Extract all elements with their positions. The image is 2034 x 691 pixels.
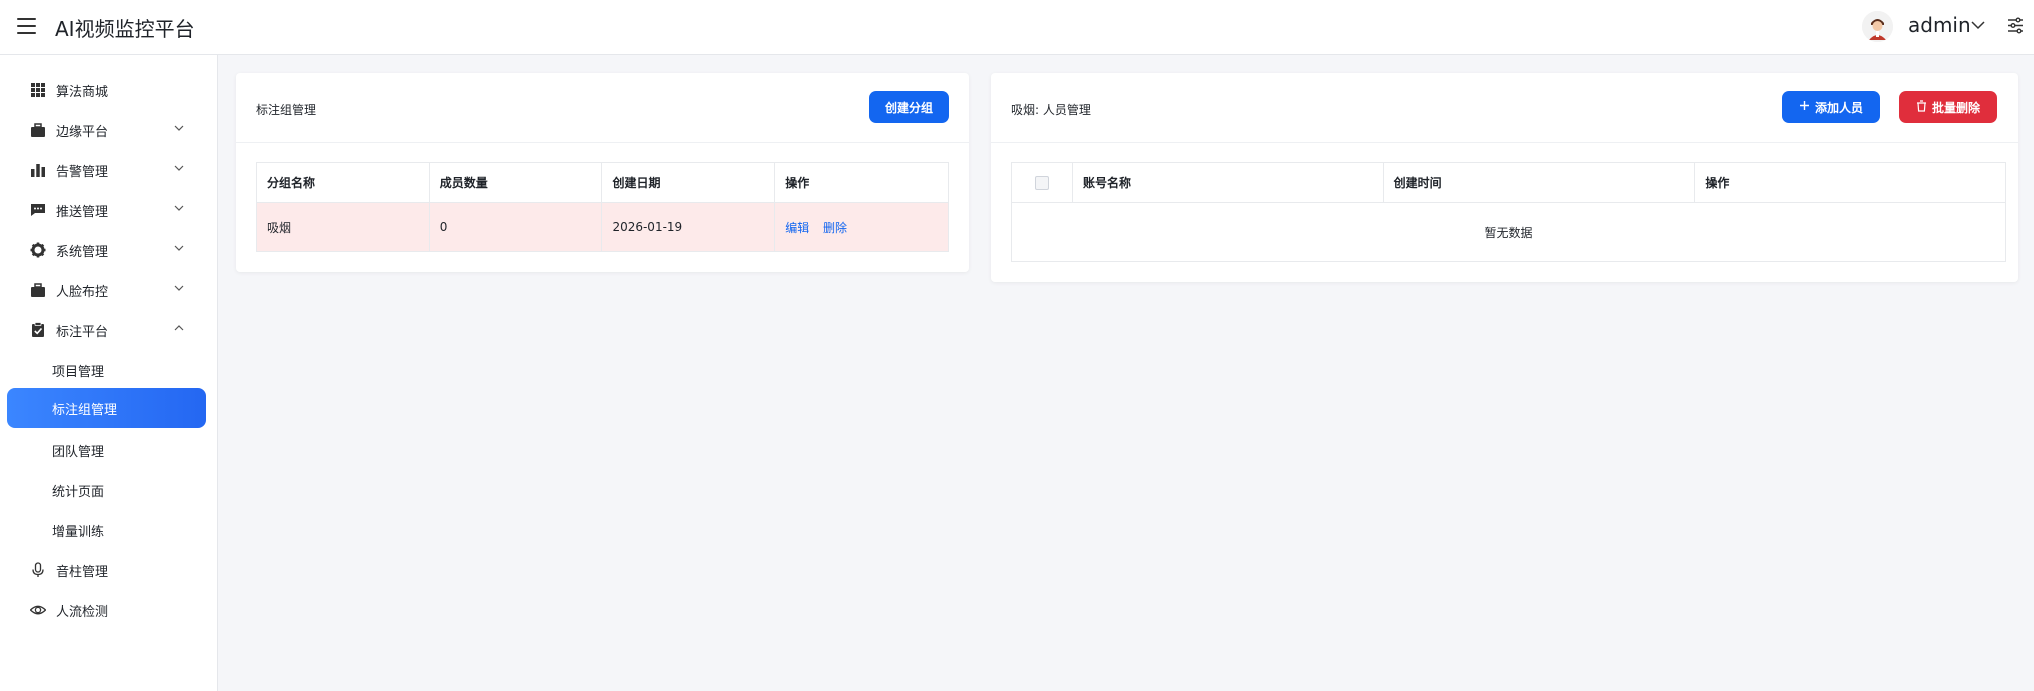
member-count-cell: 0 <box>428 202 603 252</box>
chevron-up-icon <box>173 322 185 332</box>
chevron-down-icon <box>173 242 185 252</box>
add-member-button[interactable]: 添加人员 <box>1782 91 1880 123</box>
member-table: 账号名称 创建时间 操作 暂无数据 <box>1011 162 2006 262</box>
sidebar-item-label: 音柱管理 <box>56 565 109 580</box>
sidebar-item-label: 人脸布控 <box>56 285 109 300</box>
member-management-panel: 吸烟: 人员管理 添加人员 批量删除 账号名称 创建时间 操作 暂无数据 <box>991 73 2018 282</box>
gear-icon <box>30 242 46 258</box>
select-all-checkbox[interactable] <box>1034 175 1049 190</box>
column-header: 操作 <box>774 162 949 203</box>
sidebar-item-label: 推送管理 <box>56 205 109 220</box>
top-header: AI视频监控平台 admin <box>0 0 2034 55</box>
sidebar-subitem-annotation-group-management[interactable]: 标注组管理 <box>7 388 206 428</box>
microphone-icon <box>30 562 46 578</box>
chevron-down-icon <box>173 282 185 292</box>
sidebar-subitem-statistics-page[interactable]: 统计页面 <box>7 470 206 510</box>
table-header-row: 账号名称 创建时间 操作 <box>1011 162 2006 203</box>
sidebar-item-label: 项目管理 <box>52 365 105 380</box>
message-icon <box>30 202 46 218</box>
column-header: 分组名称 <box>256 162 430 203</box>
batch-delete-label: 批量删除 <box>1931 100 1980 115</box>
clipboard-check-icon <box>30 322 46 338</box>
delete-link[interactable]: 删除 <box>823 221 847 235</box>
avatar[interactable] <box>1862 11 1893 42</box>
sidebar-item-label: 统计页面 <box>52 485 105 500</box>
batch-delete-button[interactable]: 批量删除 <box>1899 91 1997 123</box>
settings-menu-icon[interactable] <box>2007 17 2024 34</box>
sidebar-item-label: 系统管理 <box>56 245 109 260</box>
panel-title: 吸烟: 人员管理 <box>1011 103 1091 117</box>
table-header-row: 分组名称 成员数量 创建日期 操作 <box>256 162 949 203</box>
column-header: 账号名称 <box>1071 162 1384 203</box>
sidebar-item-face-control[interactable]: 人脸布控 <box>0 270 218 310</box>
sidebar-subitem-project-management[interactable]: 项目管理 <box>7 350 206 390</box>
sidebar-item-label: 增量训练 <box>52 525 105 540</box>
sidebar-item-label: 标注平台 <box>56 325 109 340</box>
create-group-label: 创建分组 <box>884 100 933 115</box>
sidebar-item-crowd-detection[interactable]: 人流检测 <box>0 590 218 630</box>
annotation-group-panel: 标注组管理 创建分组 分组名称 成员数量 创建日期 操作 吸烟 0 2026-0… <box>236 73 969 272</box>
sidebar-item-alarm-management[interactable]: 告警管理 <box>0 150 218 190</box>
column-header: 操作 <box>1694 162 2006 203</box>
empty-state-text: 暂无数据 <box>1011 202 2006 262</box>
plus-icon <box>1799 100 1810 114</box>
chevron-down-icon <box>173 122 185 132</box>
sidebar-item-label: 标注组管理 <box>52 403 118 418</box>
panel-header: 吸烟: 人员管理 添加人员 批量删除 <box>991 73 2018 143</box>
sidebar-subitem-team-management[interactable]: 团队管理 <box>7 430 206 470</box>
sidebar-item-label: 算法商城 <box>56 85 109 100</box>
panel-title: 标注组管理 <box>256 103 317 117</box>
empty-row: 暂无数据 <box>1011 202 2006 262</box>
sidebar-item-algorithm-store[interactable]: 算法商城 <box>0 70 218 110</box>
actions-cell: 编辑 删除 <box>774 202 949 252</box>
briefcase-icon <box>30 282 46 298</box>
user-name[interactable]: admin <box>1908 13 1971 37</box>
table-row[interactable]: 吸烟 0 2026-01-19 编辑 删除 <box>256 202 949 252</box>
chevron-down-icon <box>173 202 185 212</box>
created-date-cell: 2026-01-19 <box>601 202 776 252</box>
trash-icon <box>1916 99 1927 115</box>
bar-chart-icon <box>30 162 46 178</box>
sidebar-item-annotation-platform[interactable]: 标注平台 <box>0 310 218 350</box>
sidebar-subitem-incremental-training[interactable]: 增量训练 <box>7 510 206 550</box>
sidebar-item-push-management[interactable]: 推送管理 <box>0 190 218 230</box>
sidebar: 算法商城 边缘平台 告警管理 推送管理 系统管理 人脸布控 标注平台 项目管理 … <box>0 55 218 691</box>
column-header: 创建时间 <box>1382 162 1696 203</box>
add-member-label: 添加人员 <box>1814 100 1863 115</box>
sidebar-item-label: 人流检测 <box>56 605 109 620</box>
group-name-cell: 吸烟 <box>256 202 430 252</box>
sidebar-item-label: 边缘平台 <box>56 125 109 140</box>
chevron-down-icon[interactable] <box>1970 18 1986 32</box>
column-header: 创建日期 <box>601 162 776 203</box>
create-group-button[interactable]: 创建分组 <box>869 91 949 123</box>
sidebar-item-system-management[interactable]: 系统管理 <box>0 230 218 270</box>
briefcase-icon <box>30 122 46 138</box>
sidebar-item-label: 告警管理 <box>56 165 109 180</box>
group-table: 分组名称 成员数量 创建日期 操作 吸烟 0 2026-01-19 编辑 删除 <box>256 162 949 252</box>
sidebar-item-label: 团队管理 <box>52 445 105 460</box>
eye-icon <box>29 602 47 618</box>
app-title: AI视频监控平台 <box>55 17 195 41</box>
sidebar-item-speaker-management[interactable]: 音柱管理 <box>0 550 218 590</box>
panel-header: 标注组管理 创建分组 <box>236 73 969 143</box>
chevron-down-icon <box>173 162 185 172</box>
grid-icon <box>30 82 46 98</box>
sidebar-item-edge-platform[interactable]: 边缘平台 <box>0 110 218 150</box>
edit-link[interactable]: 编辑 <box>785 221 809 235</box>
column-header: 成员数量 <box>428 162 603 203</box>
select-all-cell <box>1011 162 1073 203</box>
hamburger-menu-icon[interactable] <box>17 17 36 35</box>
